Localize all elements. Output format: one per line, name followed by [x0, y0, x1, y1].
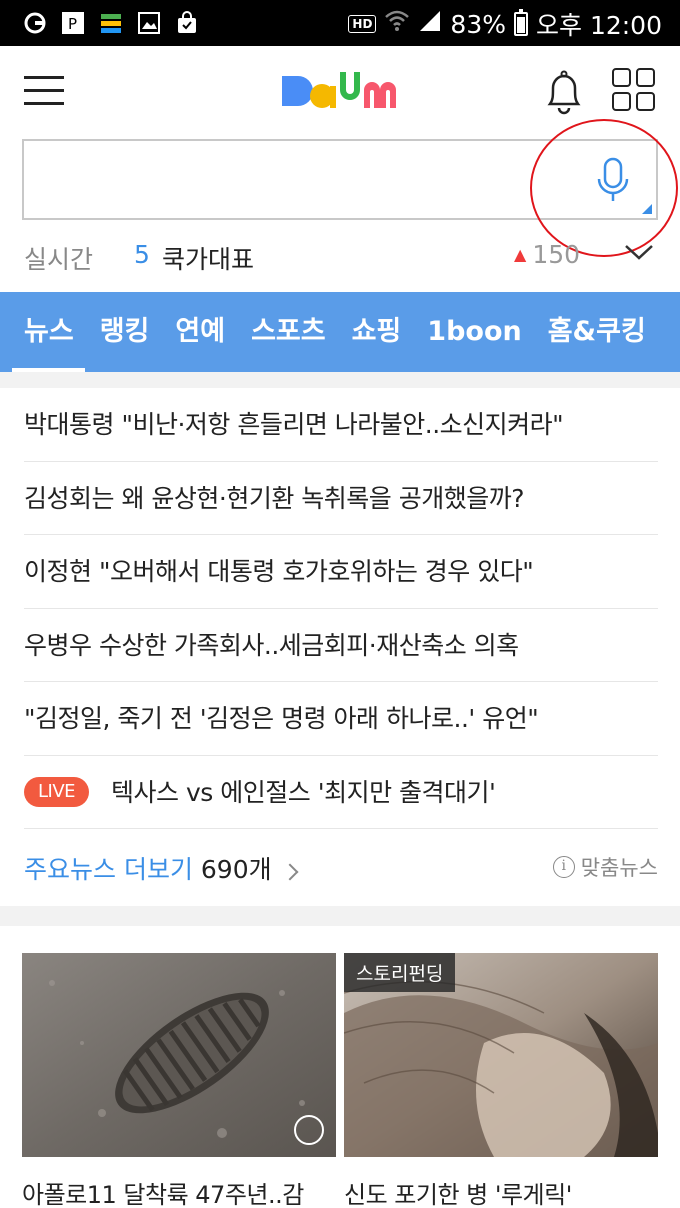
voice-options-arrow-icon	[642, 204, 652, 214]
chevron-down-icon[interactable]	[624, 240, 654, 264]
app-notification-icon	[22, 10, 48, 36]
card-title: 신도 포기한 병 '루게릭'	[344, 1181, 572, 1208]
photo-icon	[294, 1115, 324, 1145]
clock: 오후 12:00	[536, 11, 662, 40]
tab-sports[interactable]: 스포츠	[238, 292, 339, 372]
footprint-photo	[22, 953, 336, 1157]
microphone-icon[interactable]	[596, 157, 630, 203]
news-more-row: 주요뉴스 더보기 690개 i 맞춤뉴스	[24, 830, 658, 902]
chevron-right-icon	[281, 863, 299, 881]
menu-icon[interactable]	[24, 76, 64, 108]
system-status: HD 83% 오후 12:00	[348, 6, 662, 42]
tab-1boon[interactable]: 1boon	[414, 292, 534, 372]
realtime-label: 실시간	[24, 245, 94, 274]
news-item[interactable]: 이정현 "오버해서 대통령 호가호위하는 경우 있다"	[24, 535, 658, 609]
flag-icon	[98, 10, 124, 36]
search-box	[22, 139, 658, 220]
battery-percent: 83%	[450, 9, 506, 39]
tab-ranking[interactable]: 랭킹	[87, 292, 163, 372]
portrait-photo: 스토리펀딩	[344, 953, 658, 1157]
tab-home-cooking[interactable]: 홈&쿠킹	[535, 292, 659, 372]
tab-entertainment[interactable]: 연예	[162, 292, 238, 372]
svg-text:P: P	[68, 15, 77, 33]
category-tabs: 뉴스 랭킹 연예 스포츠 쇼핑 1boon 홈&쿠킹	[0, 292, 680, 372]
section-divider	[0, 372, 680, 388]
info-icon: i	[552, 856, 575, 878]
news-count: 690개	[200, 855, 272, 884]
battery-icon	[514, 9, 528, 36]
gallery-icon	[136, 10, 162, 36]
status-bar: P HD 83% 오후 12:00	[0, 0, 680, 46]
hd-voice-indicator: HD	[348, 15, 377, 33]
storyfunding-badge: 스토리펀딩	[344, 953, 456, 992]
news-item-live[interactable]: LIVE 텍사스 vs 에인절스 '최지만 출격대기'	[24, 756, 658, 829]
notification-icons: P	[22, 10, 200, 36]
daum-logo[interactable]	[280, 68, 404, 116]
arrow-up-icon: ▲	[514, 245, 527, 264]
news-item[interactable]: 박대통령 "비난·저항 흔들리면 나라불안..소신지켜라"	[24, 388, 658, 462]
news-item[interactable]: 우병우 수상한 가족회사..세금회피·재산축소 의혹	[24, 609, 658, 682]
realtime-change-value: 150	[532, 240, 581, 269]
parking-icon: P	[60, 10, 86, 36]
app-header	[0, 46, 680, 138]
realtime-change: ▲ 150	[514, 240, 580, 269]
search-input[interactable]	[24, 141, 584, 218]
tab-shopping[interactable]: 쇼핑	[339, 292, 415, 372]
more-news-link[interactable]: 주요뉴스 더보기 690개	[24, 850, 299, 886]
app-grid-icon[interactable]	[612, 68, 656, 112]
realtime-keyword[interactable]: 쿡가대표	[162, 240, 254, 276]
section-divider	[0, 906, 680, 926]
shopping-bag-icon	[174, 10, 200, 36]
news-item[interactable]: "김정일, 죽기 전 '김정은 명령 아래 하나로..' 유언"	[24, 682, 658, 756]
realtime-trends[interactable]: 실시간 5 쿡가대표 ▲ 150	[24, 232, 660, 278]
bell-icon[interactable]	[542, 68, 586, 116]
news-item[interactable]: 김성회는 왜 윤상현·현기환 녹취록을 공개했을까?	[24, 462, 658, 535]
wifi-icon	[384, 9, 410, 39]
card-title: 아폴로11 달착륙 47주년..감	[22, 1181, 304, 1208]
realtime-rank: 5	[134, 240, 150, 269]
headline-list: 박대통령 "비난·저항 흔들리면 나라불안..소신지켜라" 김성회는 왜 윤상현…	[0, 388, 680, 829]
tab-news[interactable]: 뉴스	[0, 292, 87, 372]
story-card[interactable]: 아폴로11 달착륙 47주년..감	[22, 953, 336, 1208]
signal-icon	[418, 9, 442, 39]
custom-news-link[interactable]: i 맞춤뉴스	[552, 852, 658, 882]
story-card[interactable]: 스토리펀딩 신도 포기한 병 '루게릭'	[344, 953, 658, 1208]
live-badge: LIVE	[24, 776, 90, 807]
